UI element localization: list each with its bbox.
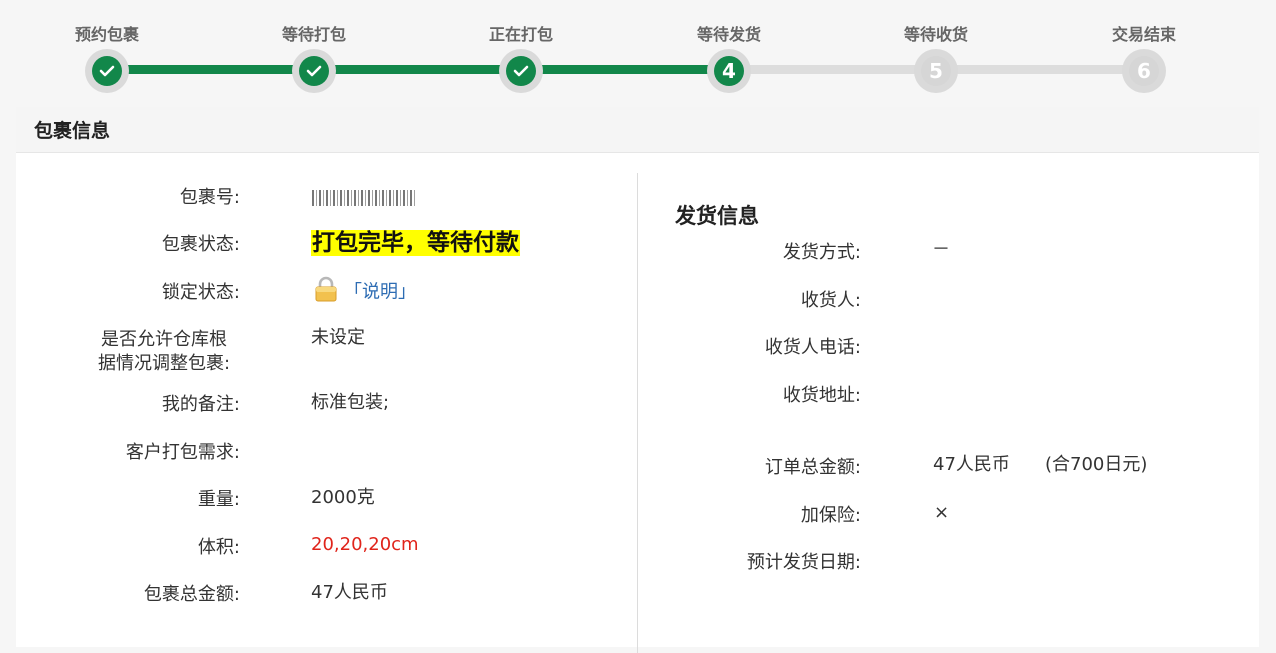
step-label: 等待打包 [281, 25, 346, 44]
step-label: 正在打包 [488, 25, 553, 44]
ship-method-value: － [932, 239, 950, 260]
step-3: 正在打包 [461, 0, 581, 93]
weight-value: 2000克 [311, 487, 375, 508]
redacted-package-number [312, 190, 416, 206]
check-icon [92, 56, 122, 86]
shipping-info-title: 发货信息 [675, 204, 759, 228]
step-4: 等待发货 4 [669, 0, 789, 93]
insurance-value: × [934, 502, 950, 523]
allow-adjust-label-line1: 是否允许仓库根 [101, 329, 227, 350]
order-total-label: 订单总金额: [764, 457, 861, 478]
package-total-label: 包裹总金额: [143, 584, 240, 605]
receiver-label: 收货人: [800, 290, 861, 311]
allow-adjust-label-line2: 据情况调整包裹: [97, 353, 231, 374]
remark-value: 标准包装; [311, 392, 390, 413]
check-icon [299, 56, 329, 86]
step-label: 等待发货 [696, 25, 761, 44]
package-total-value: 47人民币 [311, 582, 388, 603]
weight-label: 重量: [197, 489, 240, 510]
estimated-ship-date-label: 预计发货日期: [746, 552, 861, 573]
lock-status-label: 锁定状态: [161, 282, 240, 303]
package-no-value [312, 186, 416, 210]
allow-adjust-label: 是否允许仓库根 据情况调整包裹: [76, 328, 252, 376]
step-label: 交易结束 [1111, 25, 1176, 44]
step-label: 预约包裹 [74, 25, 139, 44]
step-number: 6 [1129, 56, 1159, 86]
step-1: 预约包裹 [47, 0, 167, 93]
lock-icon [314, 276, 338, 309]
order-total-value: 47人民币 [933, 454, 1010, 475]
status-highlight: 打包完毕，等待付款 [311, 230, 520, 256]
step-2: 等待打包 [254, 0, 374, 93]
package-info-panel: 包裹信息 包裹号: 包裹状态: 打包完毕，等待付款 锁定状态: 「说明」 是否允… [16, 107, 1259, 653]
volume-value: 20,20,20cm [311, 534, 419, 555]
allow-adjust-value: 未设定 [311, 327, 365, 348]
progress-track-fill [107, 65, 729, 74]
step-number: 4 [714, 56, 744, 86]
receiver-phone-label: 收货人电话: [764, 337, 861, 358]
panel-title: 包裹信息 [16, 107, 1259, 153]
receiver-address-label: 收货地址: [782, 385, 861, 406]
step-5: 等待收货 5 [876, 0, 996, 93]
lock-explanation-link[interactable]: 「说明」 [344, 282, 416, 303]
customer-requirement-label: 客户打包需求: [125, 442, 240, 463]
package-no-label: 包裹号: [179, 187, 240, 208]
package-status-value: 打包完毕，等待付款 [311, 228, 520, 258]
step-number: 5 [921, 56, 951, 86]
column-divider [637, 173, 638, 653]
ship-method-label: 发货方式: [782, 242, 861, 263]
remark-label: 我的备注: [161, 394, 240, 415]
step-label: 等待收货 [903, 25, 968, 44]
order-total-jpy: (合700日元) [1045, 454, 1148, 475]
step-6: 交易结束 6 [1084, 0, 1204, 93]
lock-status-value: 「说明」 [314, 276, 416, 309]
order-progress: 预约包裹 等待打包 正在打包 等待发货 4 等待收货 5 交易结束 6 [0, 0, 1276, 100]
package-status-label: 包裹状态: [161, 234, 240, 255]
check-icon [506, 56, 536, 86]
volume-label: 体积: [197, 537, 240, 558]
insurance-label: 加保险: [800, 505, 861, 526]
